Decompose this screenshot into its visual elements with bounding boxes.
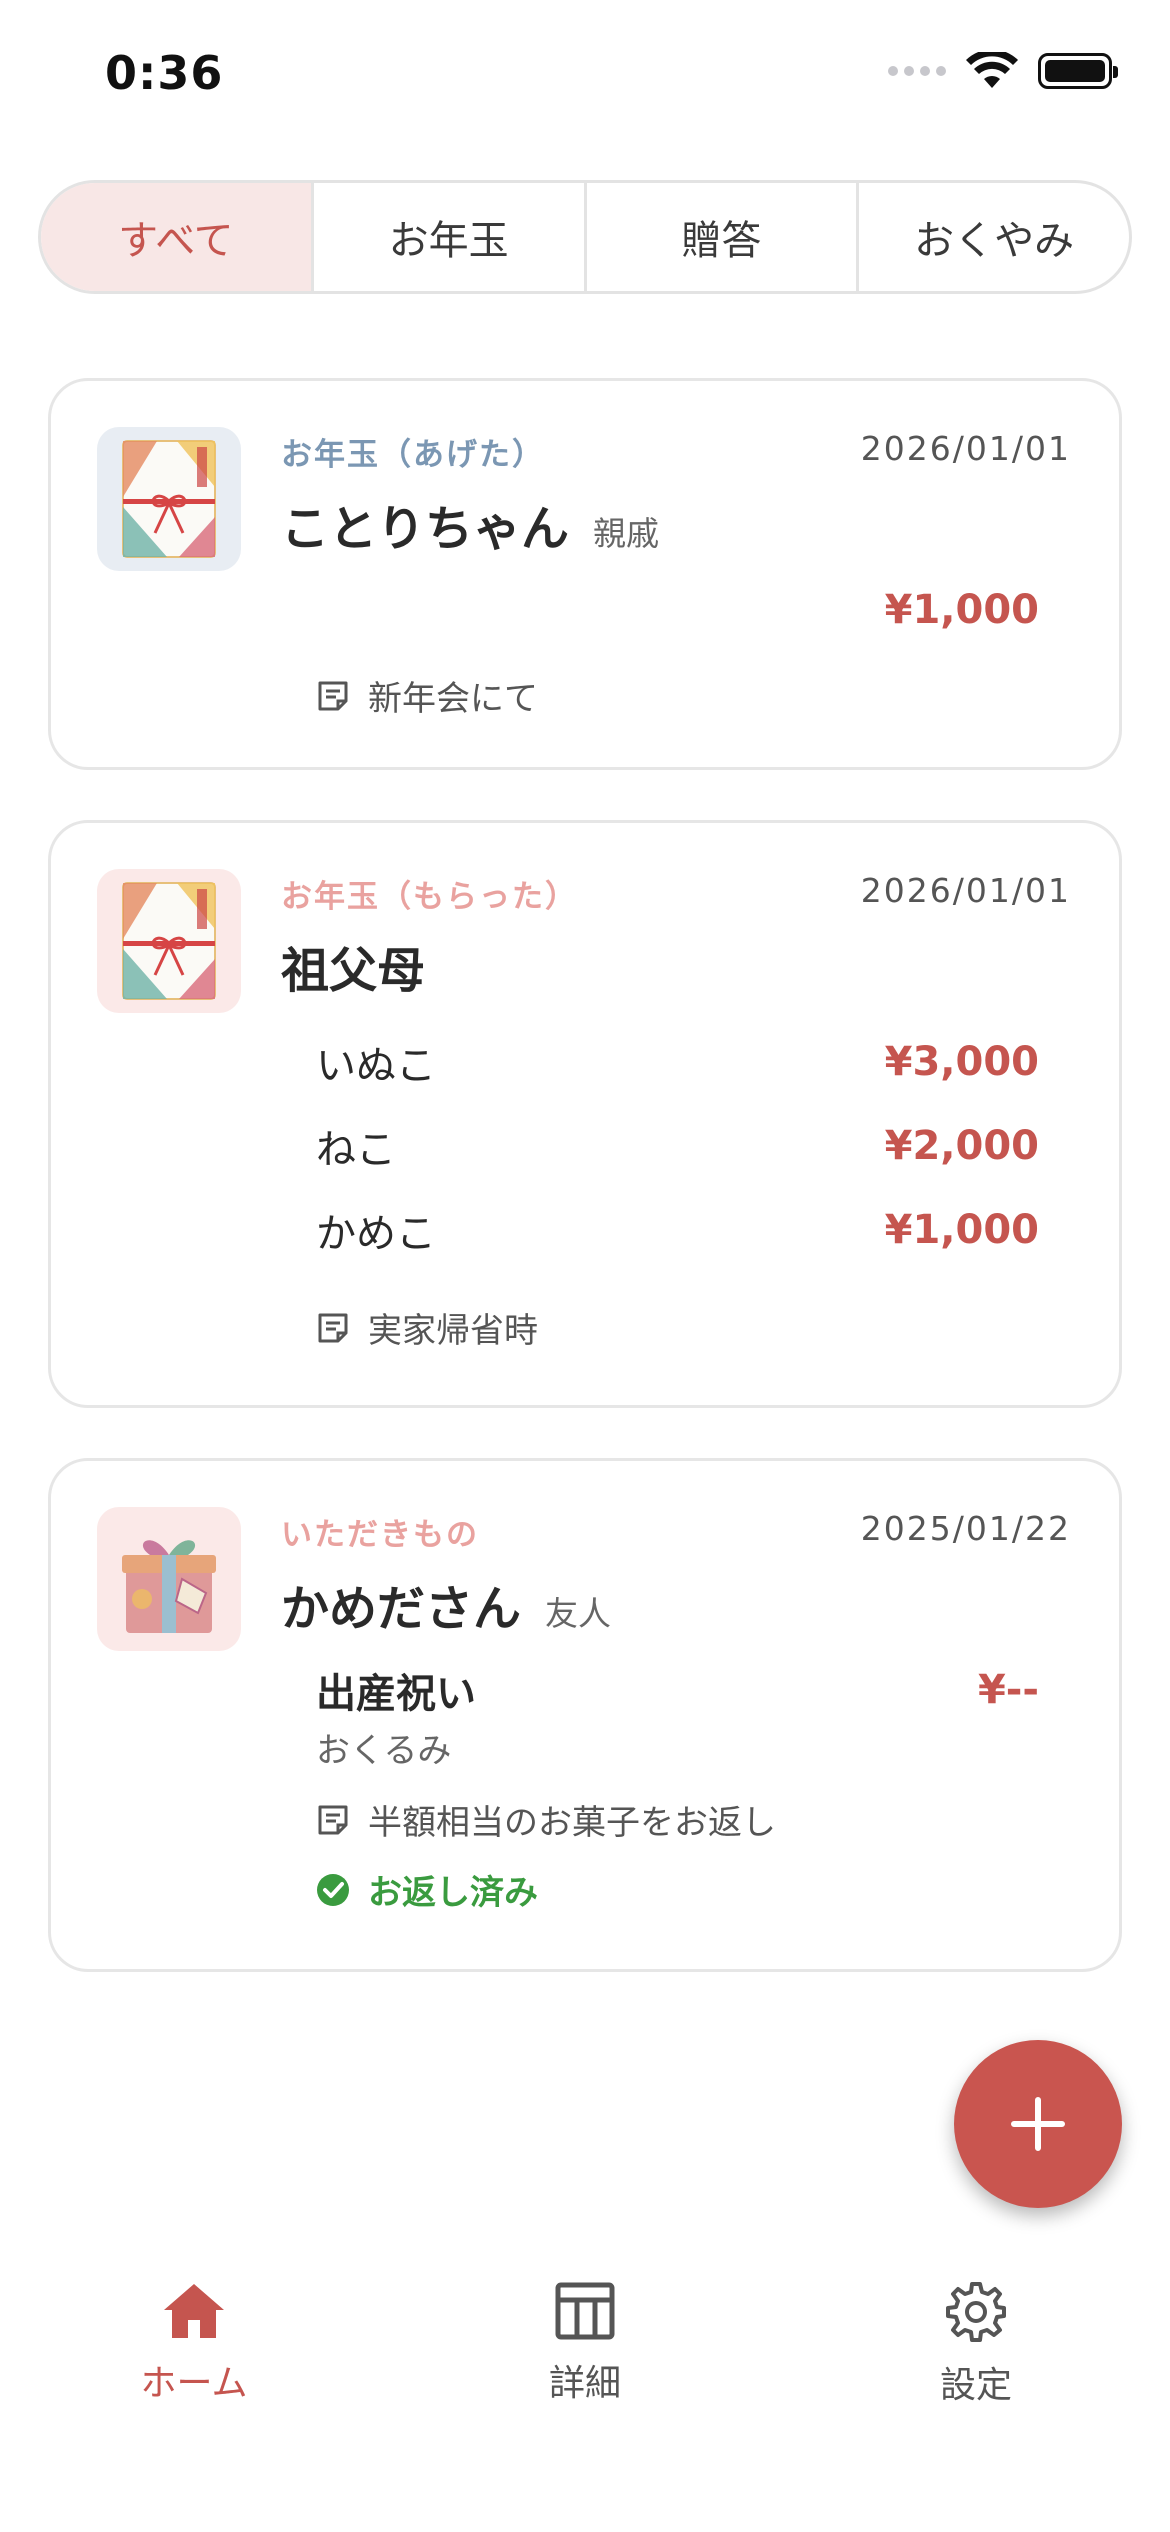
bottom-nav: ホーム 詳細 設定: [0, 2250, 1170, 2450]
line-item-label: ねこ: [316, 1127, 396, 1173]
tab-all[interactable]: すべて: [41, 183, 314, 291]
check-circle-icon: [317, 1873, 349, 1906]
nav-home-label: ホーム: [140, 2363, 248, 2404]
nav-details[interactable]: 詳細: [465, 2282, 705, 2406]
cellular-icon: [888, 66, 946, 76]
record-name-row: ことりちゃん 親戚: [281, 489, 659, 559]
category-tabs: すべて お年玉 贈答 おくやみ: [38, 180, 1132, 294]
record-amount: ¥1,000: [884, 587, 1039, 633]
record-card[interactable]: いただきもの 2025/01/22 かめださん 友人 出産祝い ¥-- おくるみ…: [48, 1458, 1122, 1972]
record-name-row: 祖父母: [281, 931, 425, 1001]
line-item: かめこ ¥1,000: [316, 1201, 1039, 1259]
record-note: 実家帰省時: [316, 1303, 538, 1352]
plus-icon: [1011, 2097, 1065, 2151]
return-status: お返し済み: [316, 1865, 538, 1914]
nav-details-label: 詳細: [548, 2363, 621, 2404]
record-name: かめださん: [281, 1581, 522, 1637]
home-icon: [164, 2284, 224, 2338]
table-icon: [555, 2282, 615, 2340]
line-item-amount: ¥3,000: [884, 1039, 1039, 1085]
record-name: ことりちゃん: [281, 501, 570, 557]
record-date: 2026/01/01: [860, 871, 1071, 910]
record-name: 祖父母: [281, 943, 426, 999]
record-category: お年玉（あげた）: [281, 437, 545, 473]
status-bar: 0:36: [0, 0, 1170, 150]
record-note-text: 半額相当のお菓子をお返し: [368, 1803, 776, 1843]
record-category: お年玉（もらった）: [281, 879, 578, 915]
status-time: 0:36: [105, 46, 224, 100]
tab-gifts[interactable]: 贈答: [587, 183, 860, 291]
record-date: 2025/01/22: [860, 1509, 1071, 1548]
tab-condolence[interactable]: おくやみ: [859, 183, 1129, 291]
line-item: ねこ ¥2,000: [316, 1117, 1039, 1175]
gear-icon: [946, 2282, 1006, 2342]
otoshidama-envelope-icon: [97, 427, 241, 571]
record-category: いただきもの: [281, 1517, 479, 1553]
gift-description: おくるみ: [316, 1731, 452, 1771]
record-note-text: 新年会にて: [368, 679, 538, 719]
battery-icon: [1038, 53, 1118, 89]
status-icons: [888, 52, 1118, 90]
record-amount: ¥--: [977, 1667, 1039, 1713]
record-relation: 親戚: [593, 514, 660, 553]
add-record-button[interactable]: [954, 2040, 1122, 2208]
note-icon: [318, 1805, 348, 1834]
record-relation: 友人: [545, 1594, 612, 1633]
record-note: 半額相当のお菓子をお返し: [316, 1795, 776, 1844]
line-item-amount: ¥2,000: [884, 1123, 1039, 1169]
line-item: いぬこ ¥3,000: [316, 1033, 1039, 1091]
gift-box-icon: [97, 1507, 241, 1651]
nav-home[interactable]: ホーム: [74, 2282, 314, 2406]
nav-settings[interactable]: 設定: [856, 2282, 1096, 2408]
record-note-text: 実家帰省時: [368, 1311, 538, 1351]
record-card[interactable]: お年玉（もらった） 2026/01/01 祖父母 いぬこ ¥3,000 ねこ ¥…: [48, 820, 1122, 1408]
line-item-label: かめこ: [316, 1211, 436, 1257]
tab-otoshidama[interactable]: お年玉: [314, 183, 587, 291]
record-card[interactable]: お年玉（あげた） 2026/01/01 ことりちゃん 親戚 ¥1,000 新年会…: [48, 378, 1122, 770]
return-status-text: お返し済み: [368, 1873, 538, 1913]
line-item: 出産祝い ¥--: [316, 1661, 1039, 1719]
occasion-label: 出産祝い: [316, 1671, 476, 1717]
record-date: 2026/01/01: [860, 429, 1071, 468]
wifi-icon: [966, 52, 1018, 88]
line-item-amount: ¥1,000: [884, 1207, 1039, 1253]
nav-settings-label: 設定: [939, 2365, 1012, 2406]
record-name-row: かめださん 友人: [281, 1569, 611, 1639]
note-icon: [318, 1313, 348, 1342]
record-note: 新年会にて: [316, 671, 538, 720]
note-icon: [318, 681, 348, 710]
otoshidama-envelope-icon: [97, 869, 241, 1013]
line-item-label: いぬこ: [316, 1043, 436, 1089]
